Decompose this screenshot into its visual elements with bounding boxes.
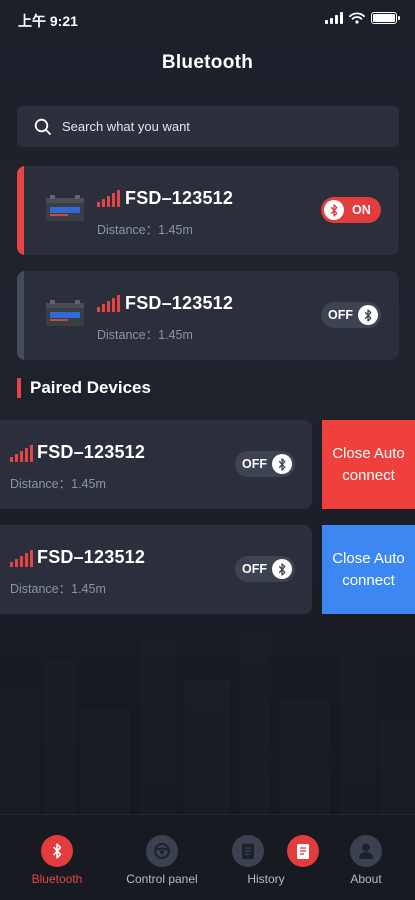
device-distance: Distance：1.45m	[97, 328, 193, 342]
search-icon	[34, 118, 51, 135]
page-title: Bluetooth	[161, 52, 254, 73]
search-input[interactable]: Search what you want	[17, 106, 399, 147]
bluetooth-icon	[272, 559, 292, 579]
tab-bluetooth[interactable]: Bluetooth	[7, 815, 107, 900]
device-name: FSD–123512	[125, 293, 234, 313]
toggle-label: OFF	[242, 457, 267, 471]
status-bar: 上午 9:21	[0, 0, 415, 38]
toggle-label: OFF	[328, 308, 353, 322]
device-name: FSD–123512	[37, 547, 146, 567]
bottom-tab-bar: Bluetooth Control panel History About	[0, 814, 415, 900]
paired-device-card[interactable]: FSD–123512 Distance：1.45m OFF	[0, 420, 312, 509]
device-toggle[interactable]: OFF	[235, 451, 295, 477]
signal-strength-icon	[10, 445, 33, 462]
section-label: Paired Devices	[30, 378, 151, 397]
bluetooth-icon	[272, 454, 292, 474]
steering-wheel-icon	[146, 835, 178, 867]
section-accent-bar	[17, 378, 21, 398]
battery-icon	[371, 12, 400, 24]
cellular-signal-icon	[325, 12, 343, 24]
tab-label: About	[350, 872, 382, 886]
tab-label: Bluetooth	[31, 872, 83, 886]
toggle-label: ON	[352, 203, 371, 217]
tab-label: History	[247, 872, 285, 886]
signal-strength-icon	[10, 550, 33, 567]
background-skyline	[0, 630, 415, 815]
device-distance: Distance：1.45m	[10, 477, 106, 491]
device-accent	[17, 166, 24, 255]
signal-strength-icon	[97, 190, 120, 207]
device-toggle[interactable]: OFF	[235, 556, 295, 582]
bluetooth-icon	[324, 200, 344, 220]
tab-about[interactable]: About	[316, 815, 415, 900]
history-document-icon	[232, 835, 264, 867]
tab-label: Control panel	[126, 872, 198, 886]
battery-product-icon	[46, 195, 84, 221]
device-accent	[17, 271, 24, 360]
tab-control-panel[interactable]: Control panel	[112, 815, 212, 900]
device-card[interactable]: FSD–123512 Distance：1.45m OFF	[17, 271, 399, 360]
device-toggle[interactable]: ON	[321, 197, 381, 223]
close-auto-connect-button[interactable]: Close Auto connect	[322, 420, 415, 509]
history-badge-icon	[287, 835, 319, 867]
device-toggle[interactable]: OFF	[321, 302, 381, 328]
status-time: 上午 9:21	[18, 13, 78, 29]
status-icons	[325, 12, 400, 24]
battery-product-icon	[46, 300, 84, 326]
bluetooth-icon	[41, 835, 73, 867]
wifi-icon	[349, 12, 365, 24]
tab-history[interactable]: History	[216, 815, 319, 900]
search-placeholder: Search what you want	[62, 119, 190, 134]
device-card[interactable]: FSD–123512 Distance：1.45m ON	[17, 166, 399, 255]
user-icon	[350, 835, 382, 867]
bluetooth-icon	[358, 305, 378, 325]
toggle-label: OFF	[242, 562, 267, 576]
device-name: FSD–123512	[37, 442, 146, 462]
signal-strength-icon	[97, 295, 120, 312]
device-distance: Distance：1.45m	[10, 582, 106, 596]
device-distance: Distance：1.45m	[97, 223, 193, 237]
section-title: Paired Devices	[17, 378, 151, 398]
device-name: FSD–123512	[125, 188, 234, 208]
